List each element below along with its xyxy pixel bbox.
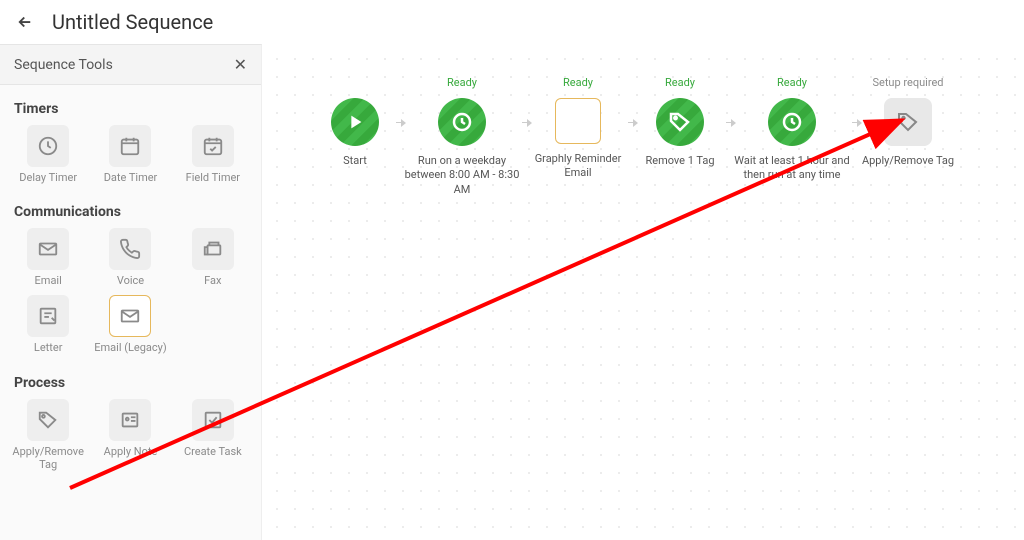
start-node[interactable] xyxy=(331,98,379,146)
calendar-icon xyxy=(109,125,151,167)
create-task-tool[interactable]: Create Task xyxy=(175,399,251,471)
phone-icon xyxy=(109,228,151,270)
sequence-tools-panel: Sequence Tools ✕ Timers Delay Timer Date… xyxy=(0,44,262,540)
page-title: Untitled Sequence xyxy=(52,10,213,34)
timers-section-title: Timers xyxy=(14,101,247,117)
clock-icon xyxy=(27,125,69,167)
remove-tag-node[interactable] xyxy=(656,98,704,146)
note-icon xyxy=(109,399,151,441)
apply-note-tool[interactable]: Apply Note xyxy=(92,399,168,471)
sidebar-title: Sequence Tools xyxy=(14,57,113,73)
wait-node[interactable] xyxy=(768,98,816,146)
field-timer-tool[interactable]: Field Timer xyxy=(175,125,251,184)
voice-tool[interactable]: Voice xyxy=(92,228,168,287)
apply-remove-tag-tool[interactable]: Apply/Remove Tag xyxy=(10,399,86,471)
timer-node[interactable] xyxy=(438,98,486,146)
sequence-canvas[interactable]: Start Ready Run on a weekday between 8:0… xyxy=(262,44,1024,540)
calendar-check-icon xyxy=(192,125,234,167)
letter-icon xyxy=(27,295,69,337)
check-icon xyxy=(192,399,234,441)
envelope-icon xyxy=(109,295,151,337)
email-legacy-tool[interactable]: Email (Legacy) xyxy=(92,295,168,354)
letter-tool[interactable]: Letter xyxy=(10,295,86,354)
process-section-title: Process xyxy=(14,375,247,391)
envelope-icon xyxy=(27,228,69,270)
communications-section-title: Communications xyxy=(14,204,247,220)
fax-tool[interactable]: Fax xyxy=(175,228,251,287)
email-tool[interactable]: Email xyxy=(10,228,86,287)
fax-icon xyxy=(192,228,234,270)
email-node[interactable] xyxy=(555,98,601,144)
tag-icon xyxy=(27,399,69,441)
apply-remove-tag-node[interactable] xyxy=(884,98,932,146)
delay-timer-tool[interactable]: Delay Timer xyxy=(10,125,86,184)
close-icon[interactable]: ✕ xyxy=(234,55,247,74)
back-button[interactable] xyxy=(14,11,36,33)
date-timer-tool[interactable]: Date Timer xyxy=(92,125,168,184)
